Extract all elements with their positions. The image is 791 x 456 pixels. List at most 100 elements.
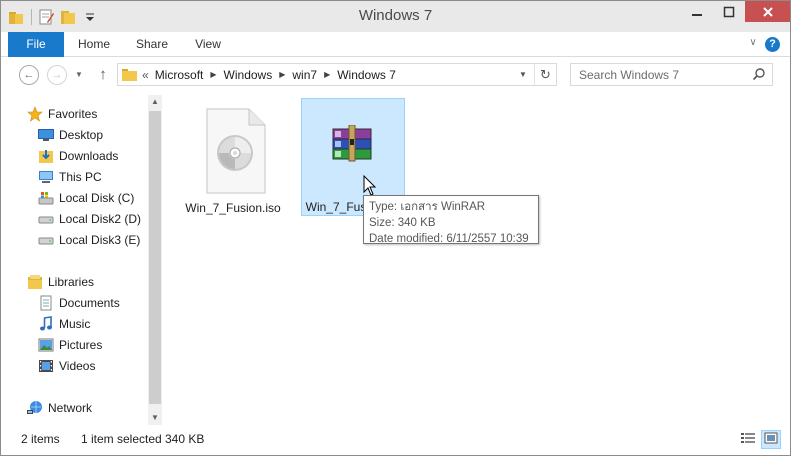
nav-item-local-disk3-e[interactable]: Local Disk3 (E) — [38, 229, 147, 250]
folder-icon[interactable] — [7, 8, 25, 26]
breadcrumb-item-windows-7[interactable]: Windows 7 — [337, 68, 396, 82]
ribbon-tabs: File Home Share View ∨ ? — [1, 32, 790, 57]
nav-item-downloads[interactable]: Downloads — [38, 145, 147, 166]
nav-item-label: Local Disk2 (D) — [59, 211, 142, 226]
file-list: Win_7_Fusion.iso Win_7_Fusion.rar Type: … — [169, 95, 790, 425]
tab-view[interactable]: View — [185, 32, 231, 57]
music-icon — [38, 315, 54, 332]
nav-item-label: Documents — [59, 295, 120, 310]
customize-toolbar-chevron-icon[interactable] — [81, 8, 99, 26]
nav-item-label: Downloads — [59, 148, 119, 163]
new-folder-icon[interactable] — [59, 8, 77, 26]
recent-locations-chevron-icon[interactable]: ▼ — [75, 68, 85, 82]
details-view-icon — [741, 432, 755, 447]
item-count: 2 items — [21, 432, 60, 446]
computer-icon — [38, 169, 54, 185]
address-dropdown-chevron-icon[interactable]: ▼ — [516, 64, 530, 85]
nav-item-local-disk-c[interactable]: Local Disk (C) — [38, 187, 147, 208]
nav-item-libraries[interactable]: Libraries — [27, 271, 147, 292]
nav-item-pictures[interactable]: Pictures — [38, 334, 147, 355]
scroll-up-arrow-icon[interactable]: ▲ — [148, 95, 162, 109]
window-controls — [681, 1, 790, 22]
nav-item-label: Videos — [59, 358, 96, 373]
tab-home[interactable]: Home — [69, 32, 119, 57]
scrollbar-thumb[interactable] — [149, 111, 161, 404]
back-button[interactable]: ← — [19, 65, 39, 85]
file-item[interactable]: Win_7_Fusion.iso — [181, 99, 285, 215]
nav-item-label: Network — [48, 400, 93, 415]
disc-image-icon — [197, 107, 269, 198]
navigation-bar: ← → ▼ ↑ « Microsoft ▶ Windows ▶ win7 ▶ W… — [1, 58, 790, 91]
nav-item-label: Favorites — [48, 106, 98, 121]
folder-icon — [122, 68, 138, 85]
toolbar-divider — [31, 9, 32, 25]
star-icon — [27, 105, 43, 122]
nav-item-music[interactable]: Music — [38, 313, 147, 334]
explorer-window: Windows 7 File Home Share View ∨ ? ← → ▼… — [0, 0, 791, 456]
large-icons-view-icon — [764, 432, 778, 447]
breadcrumb-item-win7[interactable]: win7 — [292, 68, 317, 82]
drive-windows-icon — [38, 190, 54, 206]
nav-item-favorites[interactable]: Favorites — [27, 103, 147, 124]
details-view-button[interactable] — [738, 430, 758, 449]
minimize-button[interactable] — [681, 1, 713, 22]
nav-item-network[interactable]: Network — [27, 397, 147, 418]
nav-item-videos[interactable]: Videos — [38, 355, 147, 376]
pictures-icon — [38, 337, 54, 353]
breadcrumb-arrow-icon[interactable]: ▶ — [279, 70, 285, 79]
up-button[interactable]: ↑ — [94, 66, 112, 84]
nav-item-local-disk2-d[interactable]: Local Disk2 (D) — [38, 208, 147, 229]
navigation-pane-scrollbar[interactable]: ▲ ▼ — [148, 95, 162, 425]
nav-item-label: Desktop — [59, 127, 104, 142]
breadcrumb-item-microsoft[interactable]: Microsoft — [155, 68, 204, 82]
window-title: Windows 7 — [358, 7, 433, 24]
file-name: Win_7_Fusion.iso — [185, 201, 281, 215]
drive-icon — [38, 232, 54, 248]
scroll-down-arrow-icon[interactable]: ▼ — [148, 411, 162, 425]
tab-share[interactable]: Share — [125, 32, 179, 57]
properties-icon[interactable] — [37, 8, 55, 26]
nav-item-label: Local Disk (C) — [59, 190, 135, 205]
search-icon[interactable] — [752, 67, 766, 81]
status-bar: 2 items 1 item selected 340 KB — [1, 428, 790, 455]
file-info-tooltip: Type: เอกสาร WinRAR Size: 340 KB Date mo… — [363, 195, 539, 245]
desktop-icon — [38, 127, 54, 143]
forward-button[interactable]: → — [47, 65, 67, 85]
network-icon — [27, 400, 43, 416]
large-icons-view-button[interactable] — [761, 430, 781, 449]
breadcrumb-item-windows[interactable]: Windows — [224, 68, 273, 82]
search-box — [570, 63, 773, 86]
breadcrumb: « Microsoft ▶ Windows ▶ win7 ▶ Windows 7 — [142, 64, 396, 85]
tab-file[interactable]: File — [8, 32, 64, 57]
documents-icon — [38, 295, 54, 311]
videos-icon — [38, 358, 54, 374]
search-input[interactable] — [571, 64, 751, 85]
hidden-crumbs-chevron[interactable]: « — [142, 68, 149, 82]
maximize-button[interactable] — [713, 1, 745, 22]
navigation-tree: Favorites Desktop Downloads This PC Loca… — [9, 95, 147, 425]
nav-item-this-pc[interactable]: This PC — [38, 166, 147, 187]
selection-count: 1 item selected — [81, 432, 162, 446]
tooltip-date-modified: Date modified: 6/11/2557 10:39 — [369, 233, 529, 245]
nav-item-label: Pictures — [59, 337, 103, 352]
selection-size: 340 KB — [165, 432, 205, 446]
downloads-icon — [38, 148, 54, 164]
refresh-button[interactable]: ↻ — [534, 64, 556, 85]
tooltip-type: Type: เอกสาร WinRAR — [369, 201, 486, 213]
nav-item-label: Local Disk3 (E) — [59, 232, 141, 247]
breadcrumb-arrow-icon[interactable]: ▶ — [210, 70, 216, 79]
expand-ribbon-chevron-icon[interactable]: ∨ — [746, 37, 760, 51]
navigation-pane: Favorites Desktop Downloads This PC Loca… — [9, 95, 162, 425]
nav-item-documents[interactable]: Documents — [38, 292, 147, 313]
help-icon[interactable]: ? — [765, 37, 780, 52]
drive-icon — [38, 211, 54, 227]
close-button[interactable] — [745, 1, 790, 22]
address-bar[interactable]: « Microsoft ▶ Windows ▶ win7 ▶ Windows 7… — [117, 63, 557, 86]
nav-item-desktop[interactable]: Desktop — [38, 124, 147, 145]
breadcrumb-arrow-icon[interactable]: ▶ — [324, 70, 330, 79]
mouse-pointer-icon — [363, 174, 377, 197]
nav-item-label: Music — [59, 316, 91, 331]
tooltip-size: Size: 340 KB — [369, 217, 436, 229]
nav-item-label: This PC — [59, 169, 102, 184]
libraries-icon — [27, 274, 43, 290]
